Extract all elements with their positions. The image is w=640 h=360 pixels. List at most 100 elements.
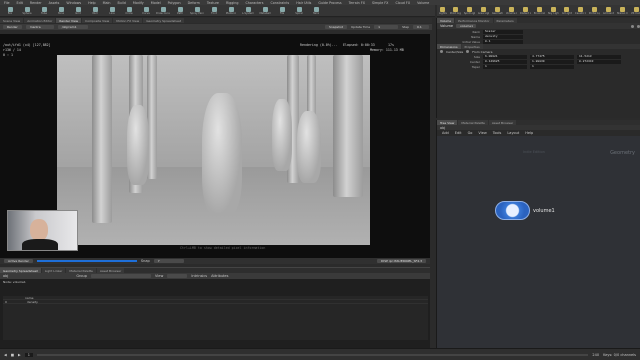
- column-header[interactable]: name: [25, 296, 34, 300]
- shelf-tool-button[interactable]: Torus: [54, 6, 68, 15]
- light-tool-button[interactable]: Environment Light: [534, 6, 545, 15]
- network-path[interactable]: obj: [440, 126, 445, 130]
- menu-item[interactable]: Edit: [17, 1, 23, 5]
- menu-item[interactable]: Deform: [188, 1, 200, 5]
- shelf-tool-button[interactable]: File: [275, 6, 289, 15]
- end-frame[interactable]: 240: [592, 353, 599, 357]
- step-field[interactable]: 0.1: [413, 25, 429, 29]
- update-time-field[interactable]: 1: [374, 25, 399, 29]
- shelf-tool-button[interactable]: Helix: [309, 6, 323, 15]
- left-pane-tab[interactable]: Geometry Spreadsheet: [143, 18, 185, 23]
- left-pane-tab[interactable]: Render View: [56, 18, 82, 23]
- snapshot-button[interactable]: Snapshot: [324, 25, 347, 29]
- snap-field[interactable]: 7: [153, 259, 184, 263]
- shelf-tool-button[interactable]: Tube: [37, 6, 51, 15]
- view-select[interactable]: [167, 274, 188, 278]
- shelf-tool-button[interactable]: Grid: [71, 6, 85, 15]
- shelf-tool-button[interactable]: Null: [88, 6, 102, 15]
- active-render-button[interactable]: Active Render: [4, 259, 33, 263]
- node-name-field[interactable]: volume1: [456, 24, 477, 28]
- menu-item[interactable]: Simple FX: [372, 1, 388, 5]
- frame-field[interactable]: 1: [24, 352, 33, 357]
- light-tool-button[interactable]: Lights: [439, 6, 447, 15]
- vector-component-field[interactable]: 4.77475: [530, 54, 574, 59]
- shelf-tool-button[interactable]: Font: [207, 6, 221, 15]
- shelf-tool-button[interactable]: Curve: [139, 6, 153, 15]
- stop-icon[interactable]: ■: [11, 353, 14, 357]
- light-tool-button[interactable]: Sky Light: [548, 6, 559, 15]
- view-label[interactable]: View: [155, 274, 163, 278]
- left-pane-tab[interactable]: Scene View: [0, 18, 24, 23]
- shelf-tool-button[interactable]: Box: [3, 6, 17, 15]
- light-tool-button[interactable]: Spot Light: [464, 6, 475, 15]
- radio-icon[interactable]: [466, 50, 470, 53]
- table-row[interactable]: 0 density: [3, 300, 428, 304]
- shelf-tool-button[interactable]: Circle: [122, 6, 136, 15]
- parameters-tab[interactable]: Performance Monitor: [455, 18, 493, 23]
- vector-component-field[interactable]: 0.149625: [483, 59, 527, 64]
- vector-component-field[interactable]: 1.88839: [530, 59, 574, 64]
- network-menu-item[interactable]: Go: [468, 131, 473, 135]
- parameters-tab[interactable]: Parameters: [493, 18, 517, 23]
- shelf-tool-button[interactable]: Sphere: [20, 6, 34, 15]
- radio-icon[interactable]: [440, 50, 443, 53]
- timeline-track[interactable]: [36, 353, 589, 356]
- menu-item[interactable]: Characters: [245, 1, 263, 5]
- parameter-field[interactable]: 0.1: [483, 39, 523, 44]
- vector-component-field[interactable]: 0.272343: [577, 59, 621, 64]
- network-tab[interactable]: Material Palette: [458, 120, 488, 125]
- light-tool-button[interactable]: Point Light: [450, 6, 461, 15]
- network-editor[interactable]: Tree View Material Palette Asset Browser o…: [436, 120, 640, 348]
- intrinsics-label[interactable]: Intrinsics: [191, 274, 207, 278]
- shelf-tool-button[interactable]: Spiral: [292, 6, 306, 15]
- shelf-tool-button[interactable]: Metaball: [258, 6, 272, 15]
- menu-item[interactable]: File: [4, 1, 10, 5]
- volume-node-icon[interactable]: [495, 201, 530, 220]
- menu-item[interactable]: Terrain FX: [349, 1, 365, 5]
- parameters-tab[interactable]: Volume: [437, 18, 455, 23]
- light-tool-button[interactable]: Geometry Light: [492, 6, 503, 15]
- menu-item[interactable]: Model: [151, 1, 161, 5]
- shelf-tool-button[interactable]: Spray Paint: [190, 6, 204, 15]
- menu-item[interactable]: Main: [103, 1, 111, 5]
- spreadsheet-path[interactable]: obj: [3, 274, 8, 278]
- play-reverse-icon[interactable]: ◀: [4, 353, 7, 357]
- render-button[interactable]: Render: [3, 25, 22, 29]
- menu-item[interactable]: Hair Utils: [296, 1, 311, 5]
- vector-component-field[interactable]: 6.00021: [483, 54, 527, 59]
- menu-item[interactable]: Guide Process: [318, 1, 341, 5]
- gear-icon[interactable]: [631, 24, 634, 28]
- parameter-field[interactable]: Scalar: [483, 29, 523, 34]
- parameter-field[interactable]: density: [483, 34, 523, 39]
- play-icon[interactable]: ▶: [18, 353, 21, 357]
- parameter-section-tab[interactable]: Dimensions: [437, 44, 461, 49]
- network-menu-item[interactable]: Layout: [507, 131, 519, 135]
- shelf-tool-button[interactable]: Platonic: [224, 6, 238, 15]
- spreadsheet-tab[interactable]: Material Palette: [66, 268, 96, 273]
- menu-item[interactable]: Help: [88, 1, 96, 5]
- display-field[interactable]: DISP ipr:ISSUEPANEL_SF4.3: [377, 259, 426, 263]
- light-tool-button[interactable]: Caustic Light: [575, 6, 586, 15]
- menu-item[interactable]: Volume: [417, 1, 429, 5]
- renderer-select[interactable]: mantra: [25, 25, 54, 29]
- left-pane-tab[interactable]: Animation Editor: [24, 18, 56, 23]
- menu-item[interactable]: Build: [118, 1, 126, 5]
- left-pane-tab[interactable]: Motion FX View: [113, 18, 143, 23]
- group-field[interactable]: [91, 274, 151, 278]
- light-tool-button[interactable]: Distant Light: [520, 6, 531, 15]
- light-tool-button[interactable]: Portal Light: [589, 6, 600, 15]
- menu-item[interactable]: Modify: [133, 1, 144, 5]
- menu-item[interactable]: Texture: [207, 1, 219, 5]
- spreadsheet-tab[interactable]: Geometry Spreadsheet: [0, 268, 41, 273]
- network-menu-item[interactable]: Tools: [493, 131, 502, 135]
- menu-item[interactable]: Polygon: [168, 1, 181, 5]
- spreadsheet-grid[interactable]: name 0 density: [3, 296, 428, 340]
- menu-item[interactable]: Constraints: [270, 1, 289, 5]
- vector-component-field[interactable]: 1: [483, 64, 527, 69]
- light-tool-button[interactable]: Volume Light: [506, 6, 517, 15]
- left-pane-tab[interactable]: Composite View: [82, 18, 113, 23]
- camera-select[interactable]: /obj/cam1: [57, 25, 88, 29]
- light-tool-button[interactable]: GI Light: [562, 6, 572, 15]
- network-tab[interactable]: Tree View: [437, 120, 458, 125]
- shelf-tool-button[interactable]: L-System: [241, 6, 255, 15]
